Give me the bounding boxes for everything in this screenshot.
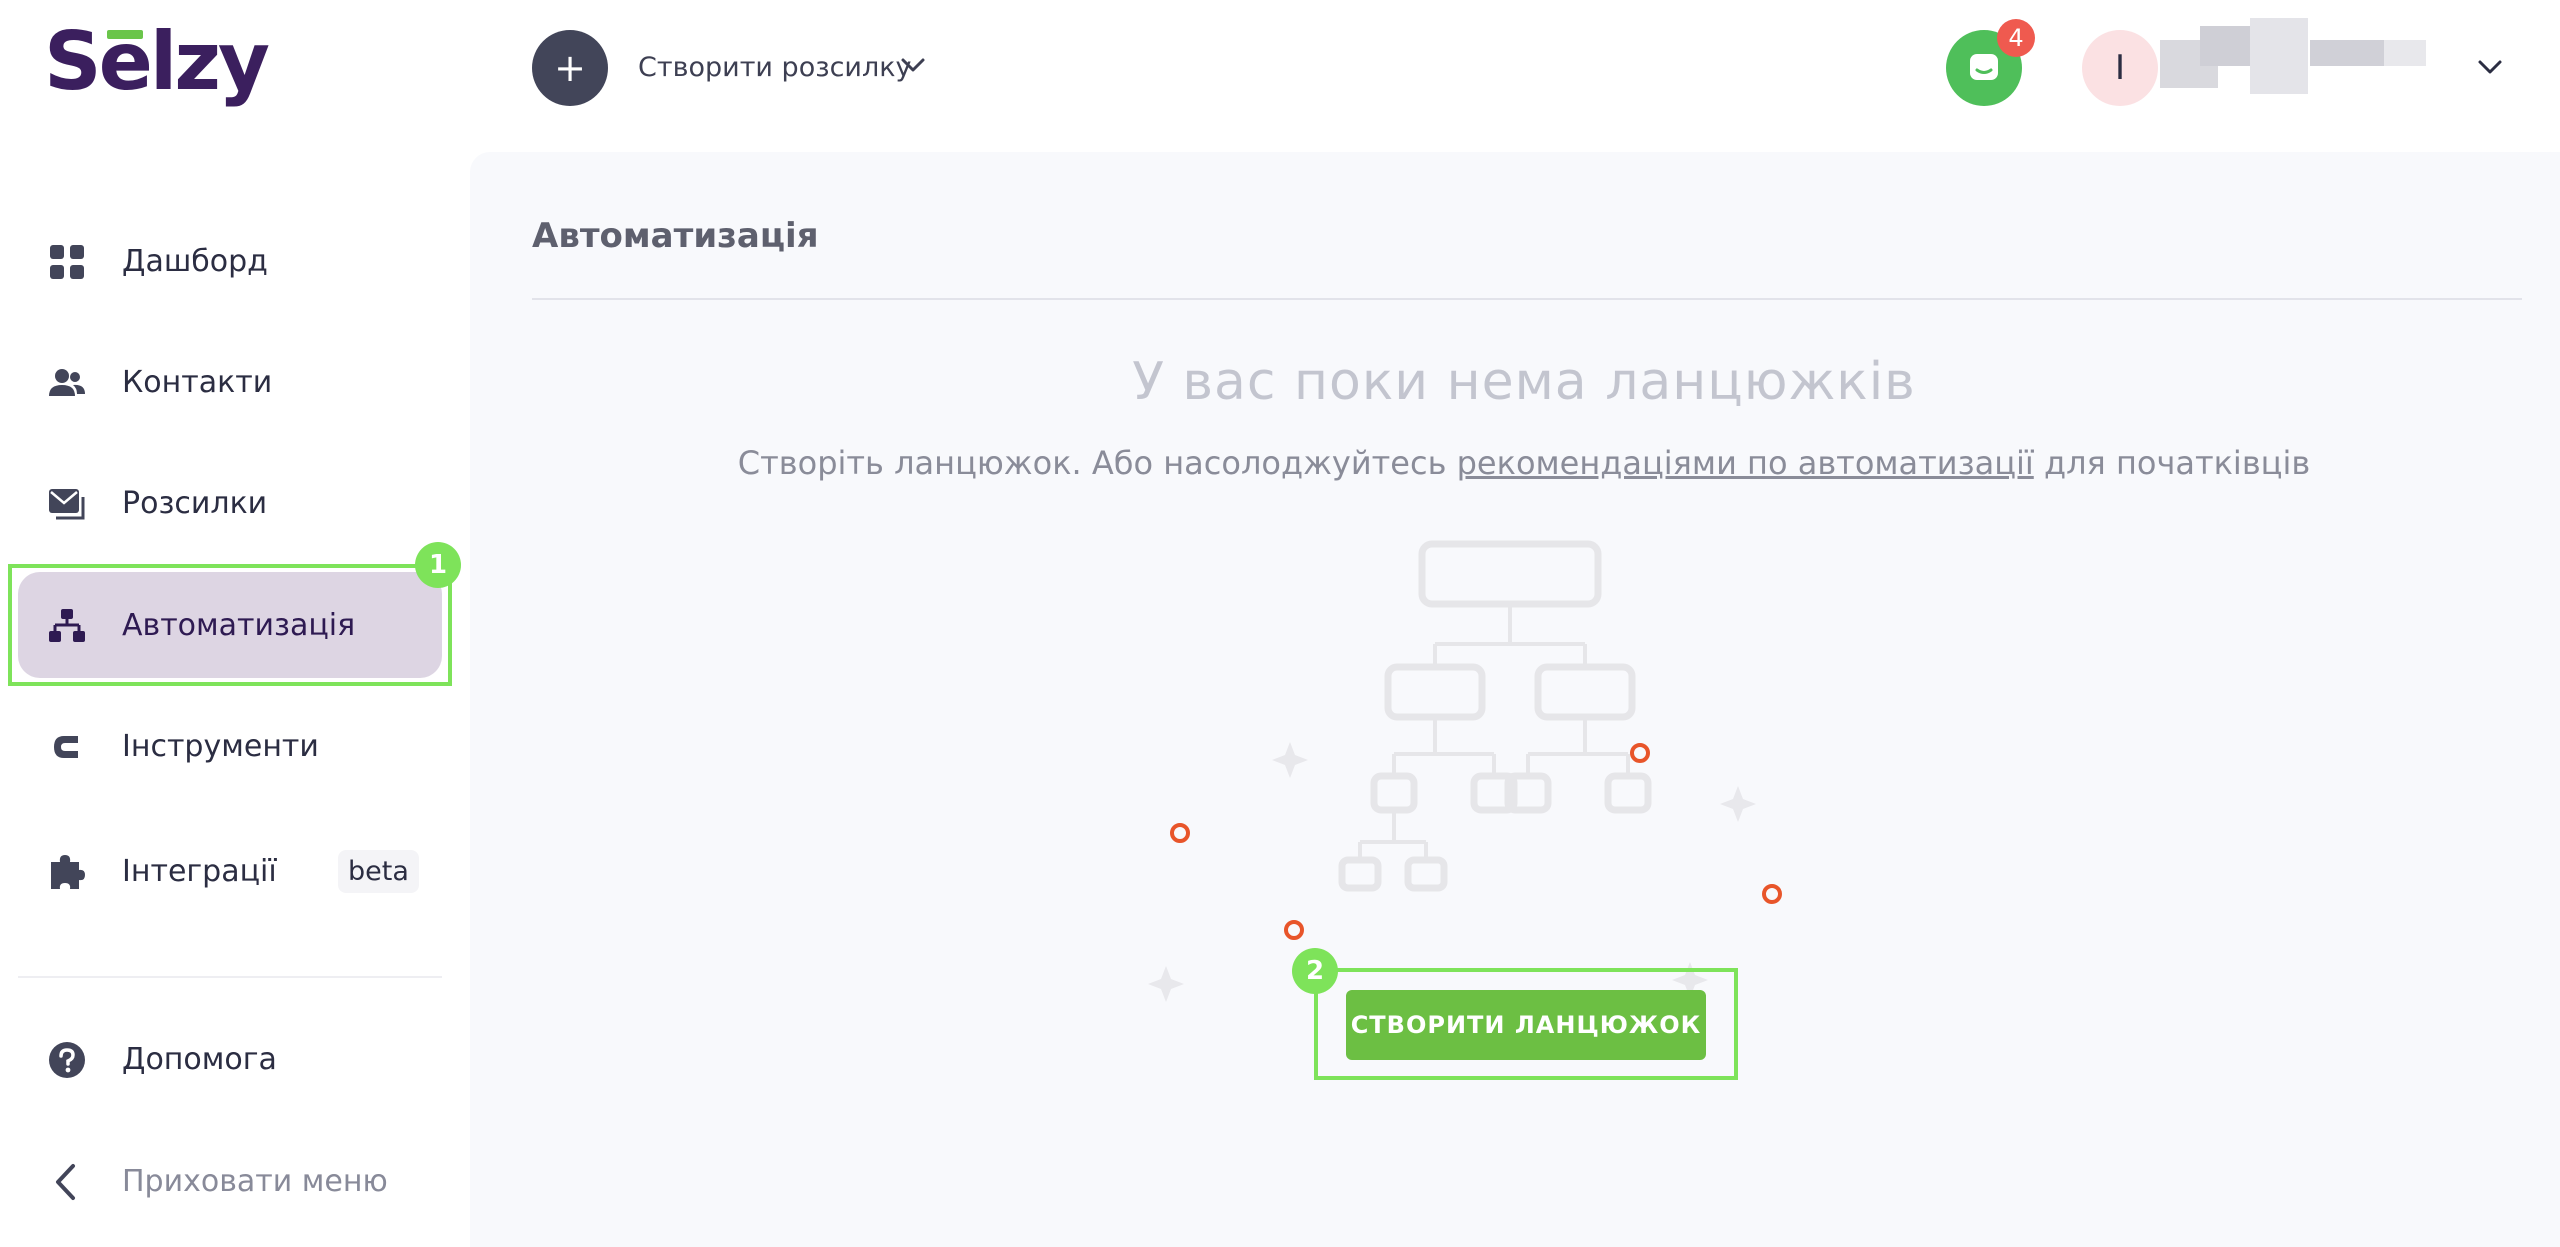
sidebar-item-label: Інтеграції [122, 853, 277, 889]
sidebar-item-label: Дашборд [122, 243, 268, 279]
sidebar-item-campaigns[interactable]: Розсилки [18, 450, 442, 556]
empty-state-subtitle: Створіть ланцюжок. Або насолоджуйтесь ре… [470, 444, 2560, 482]
main-content: Автоматизація У вас поки нема ланцюжків … [470, 152, 2560, 1247]
page-title: Автоматизація [532, 216, 819, 256]
avatar[interactable]: I [2082, 30, 2158, 106]
hide-menu-button[interactable]: Приховати меню [18, 1128, 442, 1234]
plus-icon: + [554, 46, 586, 90]
selzy-logo[interactable]: Selzy [44, 15, 270, 108]
chat-icon [1970, 54, 1998, 80]
sidebar-item-label: Допомога [122, 1041, 277, 1077]
sidebar-item-integrations[interactable]: Інтеграції beta [18, 818, 442, 924]
title-divider [532, 298, 2522, 300]
sidebar-item-dashboard[interactable]: Дашборд [18, 208, 442, 314]
dashboard-icon [50, 245, 84, 279]
sidebar-item-label: Контакти [122, 364, 273, 400]
empty-sub-text-before: Створіть ланцюжок. Або насолоджуйтесь [737, 444, 1457, 482]
highlight-box-create-chain [1314, 968, 1738, 1080]
sidebar-item-label: Приховати меню [122, 1163, 388, 1199]
sidebar-item-label: Розсилки [122, 485, 268, 521]
annotation-marker-2: 2 [1292, 948, 1338, 994]
sidebar-item-label: Інструменти [122, 728, 319, 764]
logo-letter-s: S [44, 15, 102, 108]
contacts-icon [49, 369, 85, 396]
sidebar-item-contacts[interactable]: Контакти [18, 329, 442, 435]
mail-icon [49, 489, 85, 520]
automation-tips-link[interactable]: рекомендаціями по автоматизації [1457, 444, 2034, 482]
puzzle-icon [51, 855, 85, 889]
highlight-box-automation [8, 564, 452, 686]
logo-letter-e: e [98, 15, 153, 108]
sidebar-item-help[interactable]: Допомога [18, 1006, 442, 1112]
sidebar-divider [18, 976, 442, 978]
sidebar-item-tools[interactable]: Інструменти [18, 693, 442, 799]
user-menu-chevron-icon[interactable] [2475, 52, 2505, 82]
app: Selzy + Створити розсилку 4 I Дашборд Ко… [0, 0, 2560, 1247]
chevron-down-icon[interactable] [898, 50, 928, 80]
create-campaign-plus-button[interactable]: + [532, 30, 608, 106]
tools-icon [54, 736, 78, 758]
empty-sub-text-after: для початківців [2033, 444, 2311, 482]
logo-letters-rest: lzy [149, 15, 270, 108]
chevron-left-icon [56, 1164, 75, 1200]
notification-badge: 4 [1997, 19, 2035, 57]
create-campaign-label[interactable]: Створити розсилку [638, 52, 912, 83]
user-name-blurred [2160, 18, 2426, 94]
help-icon [49, 1042, 85, 1078]
beta-badge: beta [338, 849, 419, 893]
empty-state-title: У вас поки нема ланцюжків [1132, 352, 1916, 412]
annotation-marker-1: 1 [415, 542, 461, 588]
